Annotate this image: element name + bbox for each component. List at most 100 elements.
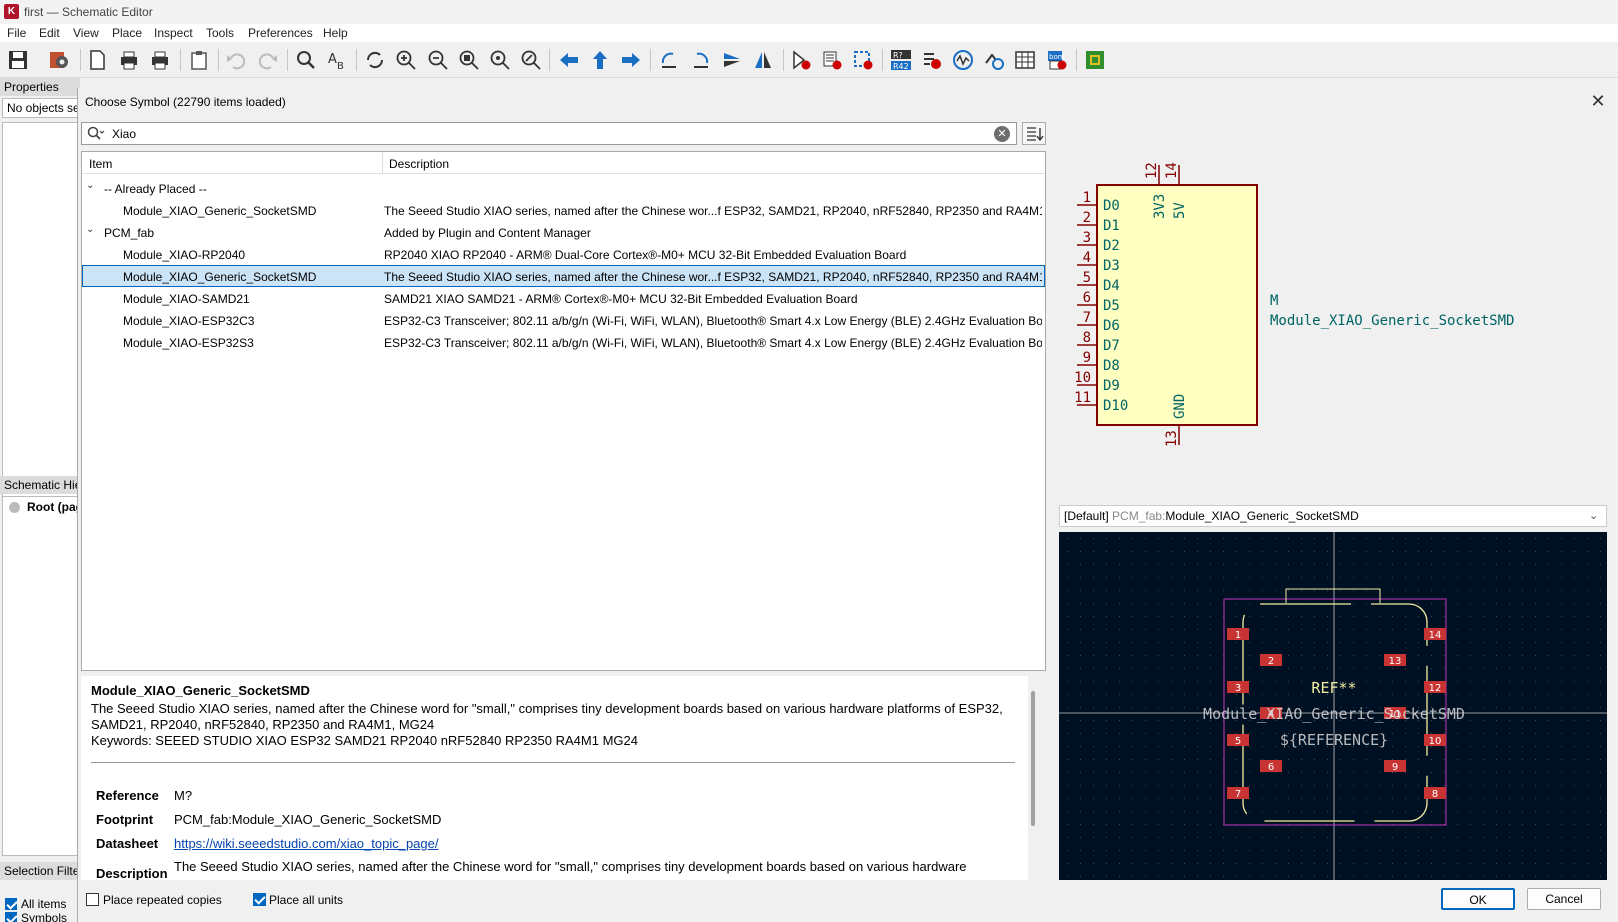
filter-symbols-checkbox[interactable] [5,912,17,922]
symbol-pin-number: 10 [1074,370,1091,386]
symbol-pin-number: 4 [1083,250,1091,266]
tree-group-already-placed[interactable]: ⌄ -- Already Placed -- [82,177,1045,199]
symbol-pin-name: 5V [1172,202,1188,219]
root-sheet-icon [9,502,20,513]
new-page-icon[interactable] [85,48,109,72]
tree-row[interactable]: Module_XIAO-RP2040 RP2040 XIAO RP2040 - … [82,243,1045,265]
navigate-up-icon[interactable] [588,48,612,72]
zoom-in-icon[interactable] [394,48,418,72]
zoom-objects-icon[interactable] [488,48,512,72]
menu-bar: File Edit View Place Inspect Tools Prefe… [0,24,1618,42]
mirror-horizontal-icon[interactable] [751,48,775,72]
menu-tools[interactable]: Tools [206,26,234,40]
menu-file[interactable]: File [7,26,26,40]
symbol-pin-number: 14 [1164,162,1180,179]
description-label: Description [96,866,168,880]
symbol-fields-icon[interactable] [789,48,813,72]
column-description[interactable]: Description [389,157,449,171]
svg-text:bom: bom [1049,53,1065,61]
find-replace-icon[interactable]: AB [325,48,349,72]
symbol-pin-number: 8 [1083,330,1091,346]
info-description: The Seeed Studio XIAO series, named afte… [91,701,1003,732]
symbol-pin-number: 2 [1083,210,1091,226]
symbol-pin-number: 5 [1083,270,1091,286]
hierarchy-header: Schematic Hierarchy [0,476,80,494]
symbol-pin-name: D1 [1103,218,1120,234]
place-repeated-checkbox[interactable] [86,893,99,906]
expand-chevron-icon[interactable]: ⌄ [86,224,98,238]
pad-number: 1 [1235,630,1241,641]
symbol-pin-number: 12 [1144,162,1160,179]
paste-icon[interactable] [187,48,211,72]
pad-number: 6 [1268,762,1274,773]
tree-group-pcm-fab[interactable]: ⌄ PCM_fab Added by Plugin and Content Ma… [82,221,1045,243]
simulator-icon[interactable] [951,48,975,72]
undo-icon[interactable] [224,48,248,72]
footprint-select-value: [Default] PCM_fab:Module_XIAO_Generic_So… [1064,509,1359,523]
datasheet-link[interactable]: https://wiki.seeedstudio.com/xiao_topic_… [174,836,439,851]
find-icon[interactable] [293,48,317,72]
zoom-fit-icon[interactable] [457,48,481,72]
renumber-icon[interactable]: R? R42 [889,48,913,72]
navigate-back-icon[interactable] [557,48,581,72]
edit-symbol-fields-table-icon[interactable] [1013,48,1037,72]
chevron-down-icon[interactable]: ⌄ [1589,509,1598,522]
save-icon[interactable] [6,48,30,72]
footprint-ref-text: REF** [1311,679,1356,697]
tree-row[interactable]: Module_XIAO-ESP32C3 ESP32-C3 Transceiver… [82,309,1045,331]
pad-number: 5 [1235,736,1241,747]
print-icon[interactable] [117,48,141,72]
place-all-units-checkbox[interactable] [253,893,266,906]
refresh-icon[interactable] [363,48,387,72]
rotate-cw-icon[interactable] [689,48,713,72]
tree-row[interactable]: Module_XIAO_Generic_SocketSMD The Seeed … [82,199,1045,221]
menu-view[interactable]: View [73,26,99,40]
filter-all-items-checkbox[interactable] [5,898,17,910]
app-icon: K [4,4,19,19]
expand-chevron-icon[interactable]: ⌄ [86,180,98,194]
filter-all-items-label: All items [21,897,67,911]
bom-icon[interactable]: bom [1045,48,1069,72]
open-pcb-icon[interactable] [1083,48,1107,72]
menu-inspect[interactable]: Inspect [154,26,193,40]
menu-preferences[interactable]: Preferences [248,26,313,40]
svg-text:R42: R42 [893,62,909,71]
annotate-icon[interactable] [851,48,875,72]
symbol-pin-number: 7 [1083,310,1091,326]
symbol-body [1096,184,1258,426]
schematic-setup-icon[interactable] [47,48,71,72]
tree-row[interactable]: Module_XIAO-SAMD21 SAMD21 XIAO SAMD21 - … [82,287,1045,309]
column-item[interactable]: Item [89,157,112,171]
navigate-forward-icon[interactable] [619,48,643,72]
info-scrollbar[interactable] [1031,691,1035,826]
search-input[interactable] [112,126,972,142]
footprint-value: PCM_fab:Module_XIAO_Generic_SocketSMD [174,812,442,827]
menu-edit[interactable]: Edit [39,26,60,40]
left-panel: Properties No objects selected Schematic… [0,78,104,922]
search-icon[interactable] [86,125,106,143]
plot-icon[interactable] [148,48,172,72]
tree-row[interactable]: Module_XIAO-ESP32S3 ESP32-C3 Transceiver… [82,331,1045,353]
menu-help[interactable]: Help [323,26,348,40]
pad-number: 2 [1268,656,1274,667]
sort-options-button[interactable] [1022,122,1046,145]
symbol-pin-name: D2 [1103,238,1120,254]
rotate-ccw-icon[interactable] [657,48,681,72]
assign-footprints-icon[interactable] [982,48,1006,72]
clear-search-icon[interactable]: ✕ [994,126,1010,142]
reference-value: M? [174,788,193,803]
zoom-out-icon[interactable] [426,48,450,72]
symbol-checker-icon[interactable] [820,48,844,72]
mirror-vertical-icon[interactable] [720,48,744,72]
ok-button[interactable]: OK [1441,888,1515,910]
close-icon[interactable]: ✕ [1588,91,1608,111]
erc-icon[interactable] [920,48,944,72]
redo-icon[interactable] [256,48,280,72]
tree-row-selected[interactable]: Module_XIAO_Generic_SocketSMD The Seeed … [82,265,1045,287]
cancel-button[interactable]: Cancel [1527,888,1601,910]
zoom-selection-icon[interactable] [519,48,543,72]
menu-place[interactable]: Place [112,26,142,40]
symbol-pin-name: D5 [1103,298,1120,314]
symbol-pin-name: D10 [1103,398,1128,414]
pad-number: 7 [1235,789,1241,800]
